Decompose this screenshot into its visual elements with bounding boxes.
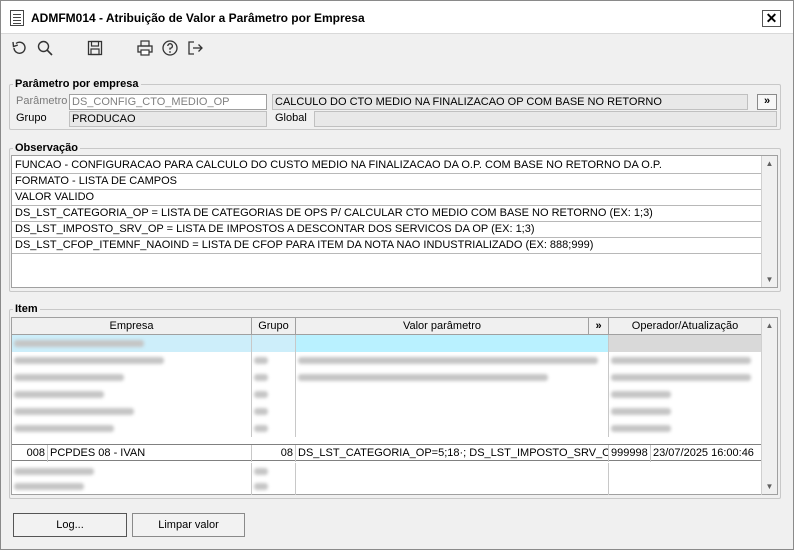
exit-icon[interactable]: [184, 37, 206, 59]
undo-icon[interactable]: [8, 37, 30, 59]
grid-header: Empresa Grupo Valor parâmetro » Operador…: [12, 318, 762, 335]
col-header-valor[interactable]: Valor parâmetro: [296, 318, 589, 334]
valor-cell: [296, 386, 609, 403]
global-field: [314, 111, 777, 127]
scroll-down-icon[interactable]: ▼: [762, 272, 777, 287]
global-label: Global: [275, 112, 307, 124]
window-title: ADMFM014 - Atribuição de Valor a Parâmet…: [31, 11, 365, 25]
operador-cell: [609, 403, 762, 420]
scroll-up-icon[interactable]: ▲: [762, 156, 777, 171]
table-row[interactable]: [12, 386, 762, 403]
item-grid: Empresa Grupo Valor parâmetro » Operador…: [11, 317, 778, 495]
scroll-down-icon[interactable]: ▼: [762, 479, 777, 494]
valor-cell: [296, 478, 609, 495]
observacao-scrollbar[interactable]: ▲ ▼: [761, 156, 777, 287]
operador-cell: [609, 369, 762, 386]
window: ADMFM014 - Atribuição de Valor a Parâmet…: [0, 0, 794, 550]
valor-cell: [296, 403, 609, 420]
empresa-cell: PCPDES 08 - IVAN: [48, 445, 252, 462]
grupo-cell: [252, 420, 296, 437]
param-section-legend: Parâmetro por empresa: [15, 78, 139, 90]
valor-cell[interactable]: DS_LST_CATEGORIA_OP=5;18·; DS_LST_IMPOST…: [296, 445, 609, 462]
parametro-label: Parâmetro: [16, 95, 68, 107]
empresa-cell: [12, 478, 252, 495]
table-row[interactable]: [12, 335, 762, 352]
observacao-line: FORMATO - LISTA DE CAMPOS: [12, 174, 762, 190]
log-button[interactable]: Log...: [13, 513, 127, 537]
expand-descricao-button[interactable]: »: [757, 94, 777, 110]
col-header-empresa[interactable]: Empresa: [12, 318, 252, 334]
observacao-line: DS_LST_CATEGORIA_OP = LISTA DE CATEGORIA…: [12, 206, 762, 222]
title-bar: ADMFM014 - Atribuição de Valor a Parâmet…: [1, 1, 793, 34]
empresa-codigo-cell: 008: [12, 445, 48, 462]
observacao-line: FUNCAO - CONFIGURACAO PARA CALCULO DO CU…: [12, 158, 762, 174]
col-header-operador[interactable]: Operador/Atualização: [609, 318, 762, 334]
expand-valor-button[interactable]: »: [589, 318, 609, 334]
grupo-cell: [252, 335, 296, 352]
scroll-up-icon[interactable]: ▲: [762, 318, 777, 333]
empresa-cell: [12, 403, 252, 420]
limpar-valor-button[interactable]: Limpar valor: [132, 513, 245, 537]
table-row[interactable]: [12, 478, 762, 495]
item-grid-scrollbar[interactable]: ▲ ▼: [761, 318, 777, 494]
empresa-cell: [12, 352, 252, 369]
table-row[interactable]: [12, 352, 762, 369]
valor-cell: [296, 420, 609, 437]
grupo-cell: [252, 369, 296, 386]
operador-cell: [609, 478, 762, 495]
empresa-cell: [12, 369, 252, 386]
grupo-field: PRODUCAO: [69, 111, 267, 127]
print-icon[interactable]: [134, 37, 156, 59]
grupo-cell: [252, 386, 296, 403]
descricao-field: CALCULO DO CTO MEDIO NA FINALIZACAO OP C…: [272, 94, 748, 110]
grupo-cell: [252, 478, 296, 495]
grupo-cell: 08: [252, 445, 296, 462]
close-button[interactable]: ✕: [762, 10, 781, 27]
atualizacao-cell: 23/07/2025 16:00:46: [651, 445, 762, 462]
operador-cell: [609, 386, 762, 403]
empresa-cell: [12, 420, 252, 437]
operador-cell: [609, 335, 762, 352]
observacao-line: VALOR VALIDO: [12, 190, 762, 206]
observacao-textbox[interactable]: FUNCAO - CONFIGURACAO PARA CALCULO DO CU…: [11, 155, 778, 288]
grupo-cell: [252, 403, 296, 420]
toolbar: [1, 35, 793, 63]
search-icon[interactable]: [34, 37, 56, 59]
valor-cell: [296, 352, 609, 369]
col-header-grupo[interactable]: Grupo: [252, 318, 296, 334]
item-legend: Item: [15, 303, 38, 315]
operador-cell: [609, 420, 762, 437]
operador-cell: 999998: [609, 445, 651, 462]
observacao-line: DS_LST_CFOP_ITEMNF_NAOIND = LISTA DE CFO…: [12, 238, 762, 254]
valor-cell: [296, 335, 609, 352]
grupo-label: Grupo: [16, 112, 47, 124]
operador-cell: [609, 352, 762, 369]
document-icon: [10, 10, 24, 26]
help-icon[interactable]: [159, 37, 181, 59]
empresa-cell: [12, 335, 252, 352]
table-row[interactable]: [12, 369, 762, 386]
parametro-field[interactable]: DS_CONFIG_CTO_MEDIO_OP: [69, 94, 267, 110]
observacao-line: DS_LST_IMPOSTO_SRV_OP = LISTA DE IMPOSTO…: [12, 222, 762, 238]
grupo-cell: [252, 352, 296, 369]
empresa-cell: [12, 386, 252, 403]
table-row[interactable]: 008 PCPDES 08 - IVAN 08 DS_LST_CATEGORIA…: [12, 444, 762, 462]
observacao-legend: Observação: [15, 142, 78, 154]
valor-cell: [296, 369, 609, 386]
table-row[interactable]: [12, 403, 762, 420]
table-row[interactable]: [12, 420, 762, 437]
save-icon[interactable]: [84, 37, 106, 59]
